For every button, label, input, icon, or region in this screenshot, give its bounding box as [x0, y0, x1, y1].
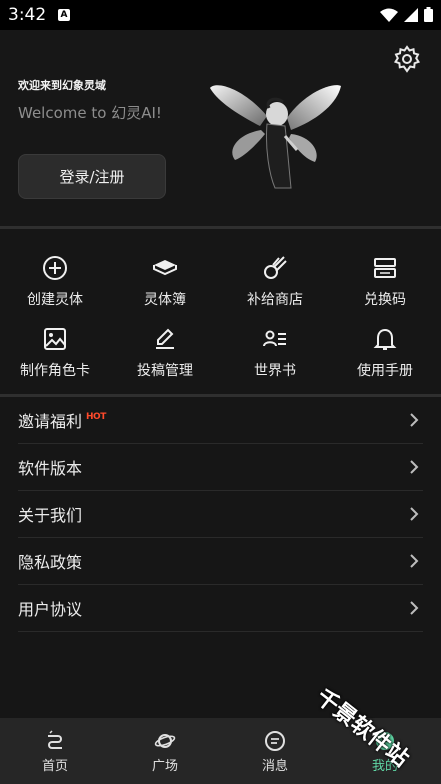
tab-label: 首页 [41, 759, 68, 774]
feature-grid: 创建灵体 灵体簿 补给商店 兑换码 制作角色卡 投稿管理 世界书 使用手册 [0, 250, 441, 390]
gear-icon[interactable] [393, 45, 421, 73]
menu-item-about-us[interactable]: 关于我们 [18, 491, 423, 538]
grid-item-label: 补给商店 [247, 292, 303, 308]
status-time: 3:42 [8, 5, 47, 25]
grid-item-make-character-card[interactable]: 制作角色卡 [0, 326, 110, 386]
message-icon [265, 731, 285, 751]
menu-item-label: 关于我们 [18, 506, 83, 525]
chevron-right-icon [410, 413, 419, 427]
chevron-right-icon [410, 554, 419, 568]
tab-label: 广场 [151, 759, 178, 774]
planet-icon [154, 734, 176, 748]
grid-item-redeem-code[interactable]: 兑换码 [330, 255, 440, 315]
plus-circle-icon [43, 256, 67, 280]
signal-icon [404, 7, 418, 22]
tab-plaza[interactable]: 广场 [120, 730, 210, 774]
menu-item-privacy-policy[interactable]: 隐私政策 [18, 538, 423, 585]
grid-item-label: 兑换码 [364, 292, 406, 308]
edit-icon [156, 328, 174, 349]
section-divider [0, 226, 441, 229]
menu-item-label: 软件版本 [18, 459, 83, 478]
grid-item-submission-management[interactable]: 投稿管理 [110, 326, 220, 386]
menu-item-software-version[interactable]: 软件版本 [18, 444, 423, 491]
grid-item-label: 世界书 [254, 363, 296, 379]
battery-icon [424, 7, 433, 22]
grid-item-world-book[interactable]: 世界书 [220, 326, 330, 386]
tab-home[interactable]: 首页 [10, 730, 100, 774]
status-bar: 3:42 A [0, 0, 441, 30]
bell-icon [373, 328, 397, 350]
chevron-right-icon [410, 507, 419, 521]
menu-item-user-agreement[interactable]: 用户协议 [18, 585, 423, 632]
menu-item-label: 邀请福利 [18, 412, 83, 431]
grid-item-label: 投稿管理 [137, 363, 193, 379]
grid-item-supply-shop[interactable]: 补给商店 [220, 255, 330, 315]
menu-item-invite-rewards[interactable]: 邀请福利 HOT [18, 397, 423, 444]
login-register-button[interactable]: 登录/注册 [18, 154, 166, 199]
chevron-right-icon [410, 460, 419, 474]
menu-item-label: 隐私政策 [18, 553, 83, 572]
system-icons [380, 7, 433, 22]
fairy-illustration [210, 85, 341, 189]
grid-item-create-spirit[interactable]: 创建灵体 [0, 255, 110, 315]
welcome-title: 欢迎来到幻象灵域 [18, 79, 106, 92]
menu-item-label: 用户协议 [18, 600, 83, 619]
image-icon [44, 328, 66, 350]
wifi-icon [380, 8, 398, 22]
grid-item-label: 灵体簿 [144, 292, 186, 308]
tab-label: 消息 [261, 759, 288, 774]
settings-menu: 邀请福利 HOT 软件版本 关于我们 隐私政策 用户协议 [18, 397, 423, 632]
grid-item-label: 创建灵体 [27, 292, 83, 308]
grid-item-label: 制作角色卡 [20, 363, 90, 379]
welcome-subtitle: Welcome to 幻灵AI! [18, 104, 162, 122]
meteor-icon [264, 256, 287, 279]
chevron-right-icon [410, 601, 419, 615]
grid-item-label: 使用手册 [357, 363, 413, 379]
grid-item-spirit-book[interactable]: 灵体簿 [110, 255, 220, 315]
redeem-card-icon [374, 258, 396, 278]
user-list-icon [263, 330, 286, 347]
tab-messages[interactable]: 消息 [230, 730, 320, 774]
hot-badge: HOT [86, 412, 106, 422]
app-indicator-icon: A [58, 9, 70, 21]
book-icon [153, 260, 177, 276]
home-icon [48, 730, 62, 749]
grid-item-user-manual[interactable]: 使用手册 [330, 326, 440, 386]
